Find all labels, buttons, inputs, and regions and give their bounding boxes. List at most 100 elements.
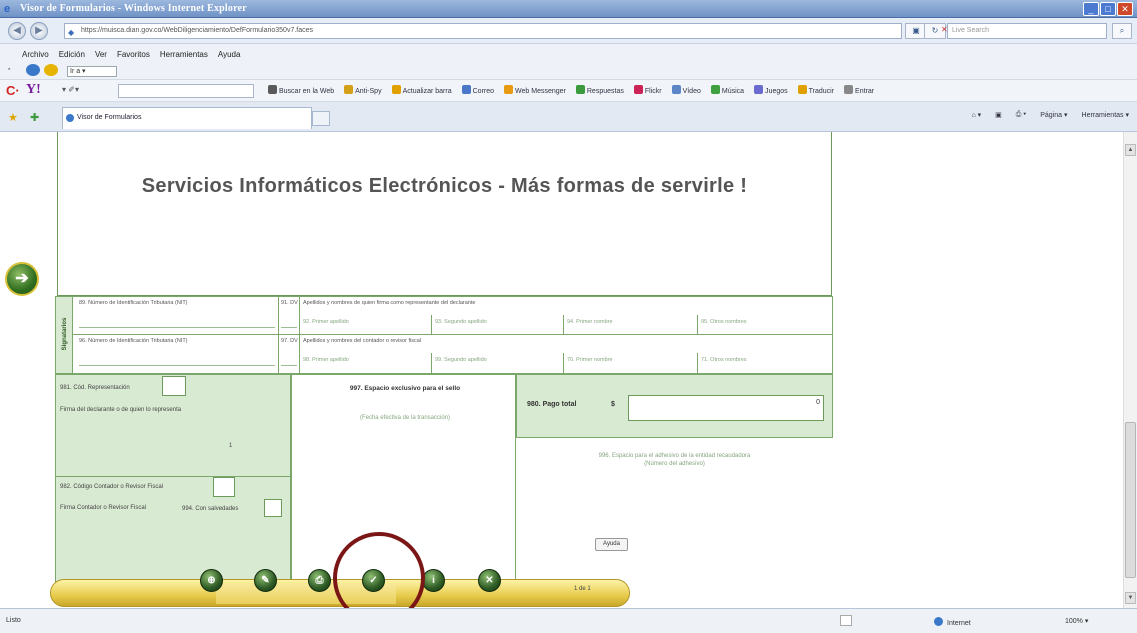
menu-favoritos[interactable]: Favoritos <box>117 50 150 59</box>
yahoo-item-4[interactable]: Web Messenger <box>504 85 566 95</box>
yahoo-item-3[interactable]: Correo <box>461 85 495 95</box>
feeds-icon[interactable]: ▣ <box>995 111 1002 119</box>
menu-ayuda[interactable]: Ayuda <box>218 50 241 59</box>
yahoo-item-label: Buscar en la Web <box>279 88 335 95</box>
adhesivo-line-1: 996. Espacio para el adhesivo de la enti… <box>598 453 751 459</box>
page-content: Servicios Informáticos Electrónicos - Má… <box>0 132 1123 608</box>
signature-panel: 981. Cód. Representación Firma del decla… <box>55 374 291 584</box>
field-71[interactable]: 71. Otros nombres <box>701 357 747 363</box>
yahoo-item-label: Correo <box>472 88 495 95</box>
payment-panel: 980. Pago total $ 0 <box>516 374 833 438</box>
yahoo-item-5[interactable]: Respuestas <box>575 85 624 95</box>
pencil-icon[interactable]: ▾ ✐▾ <box>62 85 79 94</box>
yahoo-item-icon <box>633 85 643 94</box>
yahoo-item-6[interactable]: Flickr <box>633 85 662 95</box>
search-go-button[interactable]: ⌕ <box>1112 23 1132 39</box>
rep-code-label: 981. Cód. Representación <box>60 385 130 391</box>
scroll-thumb[interactable] <box>1125 422 1136 578</box>
menu-edicion[interactable]: Edición <box>59 50 85 59</box>
status-bar: Listo Internet 100% ▾ <box>0 608 1137 633</box>
rep-code-field[interactable] <box>162 376 186 396</box>
close-icon[interactable]: ✕ <box>478 569 501 592</box>
live-search-input[interactable]: Live Search <box>947 23 1107 39</box>
yahoo-item-9[interactable]: Juegos <box>754 85 788 95</box>
forward-button[interactable]: ▶ <box>30 22 48 40</box>
field-94[interactable]: 94. Primer nombre <box>567 319 613 325</box>
tab-favicon-icon <box>66 114 74 122</box>
favorites-icon[interactable] <box>44 64 58 76</box>
next-arrow-icon[interactable]: ➔ <box>5 262 39 296</box>
yahoo-item-icon <box>754 85 764 94</box>
yahoo-item-10[interactable]: Traducir <box>797 85 834 95</box>
save-icon[interactable]: ⊕ <box>200 569 223 592</box>
zoom-control[interactable]: 100% ▾ <box>1065 617 1088 625</box>
page-icon: ◆ <box>68 28 75 37</box>
yahoo-item-label: Actualizar barra <box>402 88 452 95</box>
pago-total-label: 980. Pago total <box>527 401 577 408</box>
yahoo-item-0[interactable]: Buscar en la Web <box>268 85 334 95</box>
go-dropdown[interactable]: Ir a ▾ <box>67 66 117 77</box>
yahoo-item-7[interactable]: Vídeo <box>671 85 701 95</box>
back-button[interactable]: ◀ <box>8 22 26 40</box>
print-icon[interactable]: ⎙ <box>308 569 331 592</box>
scroll-down-icon[interactable]: ▼ <box>1125 592 1136 604</box>
url-text: https://muisca.dian.gov.co/WebDiligencia… <box>81 27 314 34</box>
field-92[interactable]: 92. Primer apellido <box>303 319 349 325</box>
new-tab-button[interactable] <box>312 111 330 126</box>
yahoo-logo[interactable]: Y! <box>26 82 41 98</box>
window-title: Visor de Formularios - Windows Internet … <box>20 3 247 14</box>
yahoo-item-8[interactable]: Música <box>710 85 744 95</box>
dv-label-91: 91. DV <box>281 300 298 306</box>
favorites-star-icon[interactable]: ★ <box>8 111 18 124</box>
scroll-up-icon[interactable]: ▲ <box>1125 144 1136 156</box>
tools-menu[interactable]: Herramientas ▾ <box>1082 111 1129 119</box>
links-icon: ▪ <box>8 66 11 73</box>
field-95[interactable]: 95. Otros nombres <box>701 319 747 325</box>
vertical-scrollbar[interactable]: ▲ ▼ <box>1123 132 1137 608</box>
url-field[interactable]: ◆ https://muisca.dian.gov.co/WebDiligenc… <box>64 23 902 39</box>
edit-icon[interactable]: ✎ <box>254 569 277 592</box>
yahoo-item-label: Juegos <box>765 88 788 95</box>
menu-herramientas[interactable]: Herramientas <box>160 50 208 59</box>
globe-icon <box>934 617 943 626</box>
menu-ver[interactable]: Ver <box>95 50 107 59</box>
yahoo-item-icon <box>844 85 854 94</box>
maximize-button[interactable]: □ <box>1100 2 1116 16</box>
contador-code-label: 982. Código Contador o Revisor Fiscal <box>60 484 164 490</box>
field-93[interactable]: 93. Segundo apellido <box>435 319 487 325</box>
home-icon[interactable]: ⌂ ▾ <box>971 111 981 119</box>
pago-total-field[interactable]: 0 <box>628 395 824 421</box>
field-99[interactable]: 99. Segundo apellido <box>435 357 487 363</box>
info-icon[interactable]: i <box>422 569 445 592</box>
currency-symbol: $ <box>611 401 615 408</box>
minimize-button[interactable]: _ <box>1083 2 1099 16</box>
yahoo-item-label: Web Messenger <box>515 88 566 95</box>
menu-archivo[interactable]: Archivo <box>22 50 49 59</box>
field-98[interactable]: 98. Primer apellido <box>303 357 349 363</box>
yahoo-item-2[interactable]: Actualizar barra <box>391 85 452 95</box>
signatory-row-2: 96. Número de Identificación Tributaria … <box>73 335 832 373</box>
field-70[interactable]: 70. Primer nombre <box>567 357 613 363</box>
help-button[interactable]: Ayuda <box>595 538 628 551</box>
tab-visor-de-formularios[interactable]: Visor de Formularios <box>62 107 312 129</box>
yahoo-search-input[interactable] <box>118 84 254 98</box>
banner-box: Servicios Informáticos Electrónicos - Má… <box>57 132 832 296</box>
yahoo-item-1[interactable]: Anti-Spy <box>344 85 382 95</box>
one-label: 1 <box>229 443 233 449</box>
close-window-button[interactable]: ✕ <box>1117 2 1133 16</box>
yahoo-item-11[interactable]: Entrar <box>844 85 874 95</box>
security-zone[interactable]: Internet <box>934 617 971 627</box>
add-favorite-icon[interactable]: ✚ <box>30 111 39 124</box>
toolbar-options-icon[interactable]: C· <box>6 83 20 98</box>
yahoo-item-icon <box>710 85 720 94</box>
print-tab-icon[interactable]: ⎙ ▾ <box>1016 111 1027 119</box>
page-menu[interactable]: Página ▾ <box>1040 111 1067 119</box>
address-bar: ◀ ▶ ◆ https://muisca.dian.gov.co/WebDili… <box>0 18 1137 44</box>
salvedades-checkbox[interactable] <box>264 499 282 517</box>
yahoo-toolbar: C· Y! ▾ ✐▾ Buscar en la Web Anti-Spy Actua… <box>0 80 1137 102</box>
messenger-icon[interactable] <box>26 64 40 76</box>
tab-bar: ★ ✚ Visor de Formularios ⌂ ▾ ▣ ⎙ ▾ Págin… <box>0 102 1137 132</box>
yahoo-item-icon <box>461 85 471 94</box>
nit-label-89: 89. Número de Identificación Tributaria … <box>79 300 188 306</box>
contador-code-field[interactable] <box>213 477 235 497</box>
